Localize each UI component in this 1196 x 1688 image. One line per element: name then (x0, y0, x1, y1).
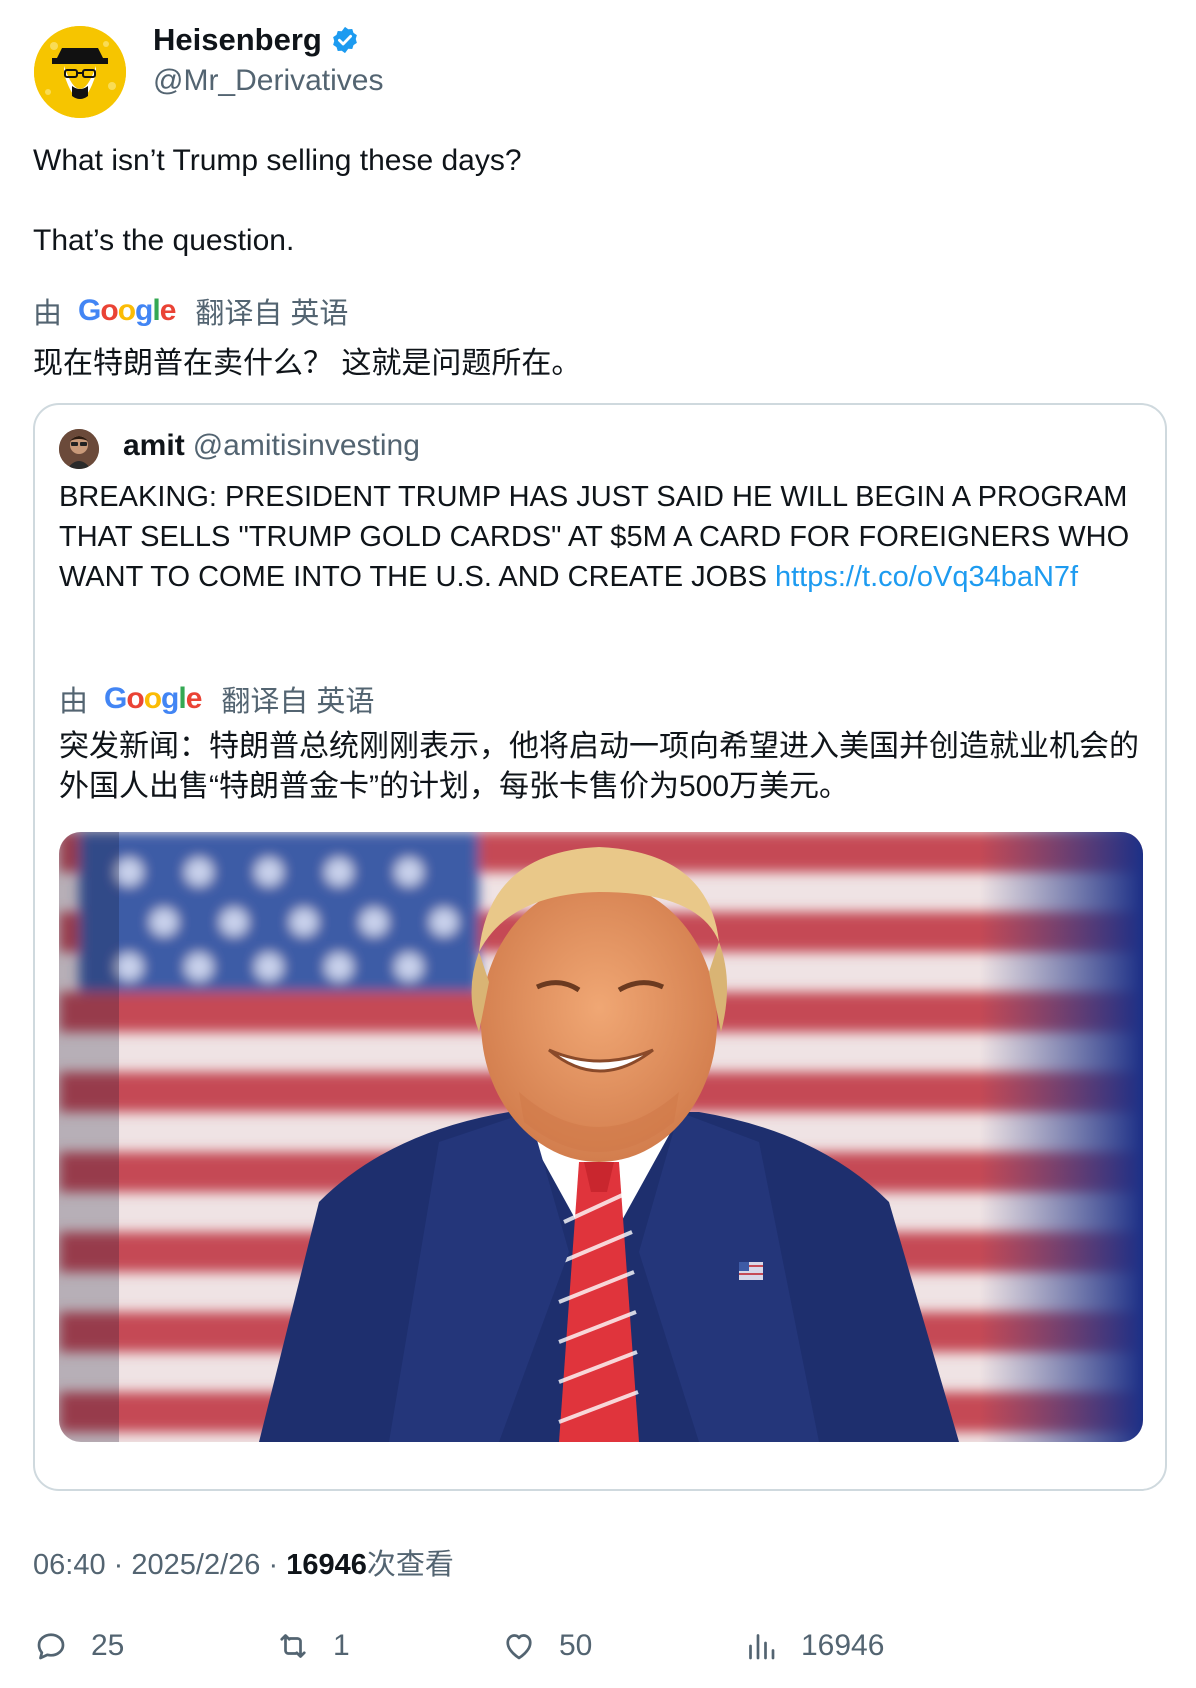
repost-icon (280, 1634, 306, 1658)
quoted-translation-from-label: 翻译自 英语 (221, 686, 375, 718)
tweet-translation-text: 现在特朗普在卖什么？ 这就是问题所在。 (33, 347, 582, 380)
quoted-translation-by-label: 由 (59, 686, 89, 718)
tweet-date[interactable]: 2025/2/26 (131, 1549, 260, 1581)
tweet-text-line-1: What isn’t Trump selling these days? (33, 144, 522, 177)
repost-count: 1 (333, 1629, 350, 1662)
like-count: 50 (559, 1629, 593, 1662)
quoted-google-logo: Google (104, 682, 202, 715)
heisenberg-avatar-illustration (34, 26, 126, 118)
quoted-author-avatar[interactable] (59, 429, 99, 469)
verified-badge-icon (332, 26, 357, 54)
translation-attribution: 由 Google 翻译自 英语 (33, 290, 348, 332)
author-handle[interactable]: @Mr_Derivatives (153, 64, 384, 98)
tweet-actions-bar: 25 1 50 16946 (33, 1628, 1133, 1668)
quoted-tweet-photo[interactable] (59, 832, 1143, 1442)
tweet-meta: 06:40 · 2025/2/26 · 16946次查看 (33, 1541, 454, 1583)
like-button[interactable]: 50 (501, 1628, 592, 1664)
reply-icon (37, 1633, 65, 1660)
heart-icon (506, 1634, 532, 1660)
analytics-icon (749, 1634, 775, 1660)
reply-count: 25 (91, 1629, 125, 1662)
views-button[interactable]: 16946 (743, 1628, 884, 1664)
meta-separator: · (268, 1549, 279, 1581)
google-logo: Google (78, 294, 176, 327)
views-label: 次查看 (366, 1549, 454, 1581)
quoted-author-name[interactable]: amit (123, 429, 185, 462)
trump-flag-photo (59, 832, 1143, 1442)
quoted-author-handle[interactable]: @amitisinvesting (193, 429, 420, 462)
translation-from-label: 翻译自 英语 (195, 298, 349, 330)
author-name-text[interactable]: Heisenberg (153, 22, 322, 58)
quoted-tweet-text: BREAKING: PRESIDENT TRUMP HAS JUST SAID … (59, 477, 1149, 597)
quoted-tweet-link[interactable]: https://t.co/oVq34baN7f (775, 561, 1078, 593)
author-name[interactable]: Heisenberg (153, 22, 360, 58)
quoted-translation-attribution: 由 Google 翻译自 英语 (59, 678, 374, 720)
quoted-avatar-photo (59, 429, 99, 469)
repost-button[interactable]: 1 (275, 1628, 350, 1664)
quoted-author[interactable]: amit @amitisinvesting (123, 429, 420, 463)
meta-separator: · (113, 1549, 124, 1581)
author-avatar[interactable] (34, 26, 126, 118)
quoted-tweet-card[interactable]: amit @amitisinvesting BREAKING: PRESIDENT… (33, 403, 1167, 1491)
views-action-count: 16946 (801, 1629, 885, 1662)
reply-button[interactable]: 25 (33, 1628, 124, 1664)
quoted-translation-text: 突发新闻：特朗普总统刚刚表示，他将启动一项向希望进入美国并创造就业机会的外国人出… (59, 730, 1139, 803)
translation-by-label: 由 (33, 298, 63, 330)
tweet-time[interactable]: 06:40 (33, 1549, 106, 1581)
views-count: 16946 (286, 1549, 367, 1581)
tweet-text-line-2: That’s the question. (33, 224, 295, 257)
